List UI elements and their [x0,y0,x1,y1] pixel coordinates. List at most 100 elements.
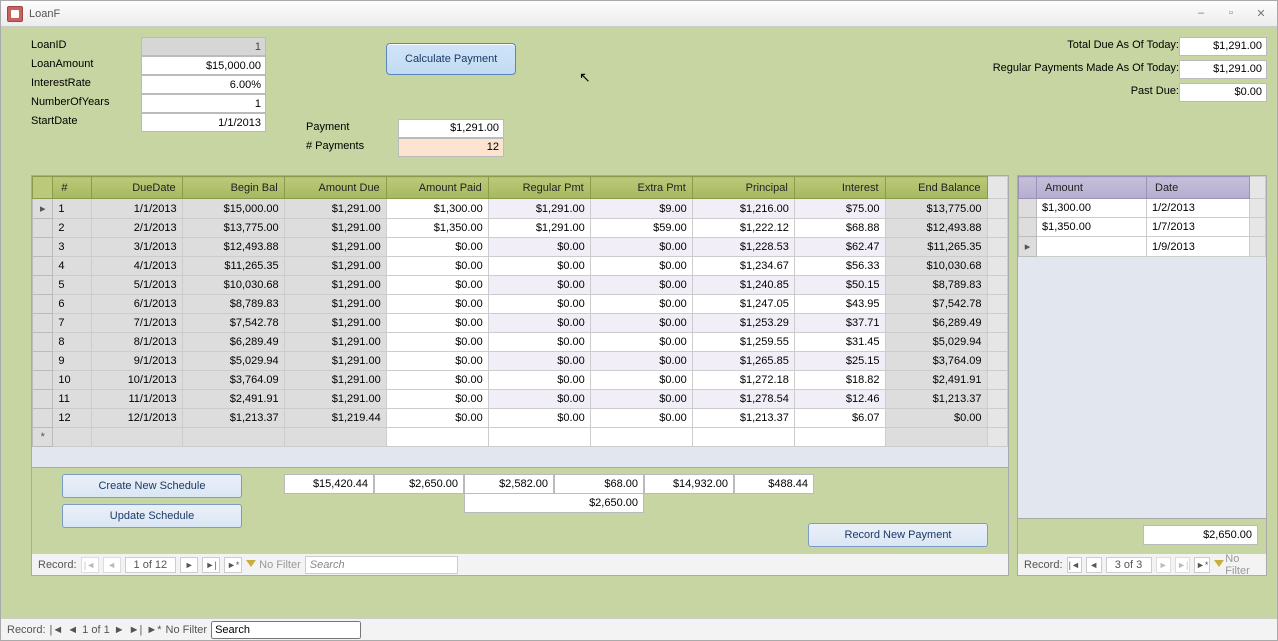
col-num[interactable]: # [53,177,92,199]
table-row[interactable]: $1,350.001/7/2013 [1019,218,1266,237]
table-row[interactable]: 2 2/1/2013$13,775.00$1,291.00 $1,350.00$… [33,219,1008,238]
nav-next-button[interactable]: ► [180,557,198,573]
recnav-label: Record: [1024,559,1063,571]
table-row[interactable]: 9 9/1/2013$5,029.94$1,291.00 $0.00$0.00$… [33,352,1008,371]
nav-position[interactable]: 1 of 1 [82,624,110,636]
col-date[interactable]: Date [1147,177,1250,199]
col-amountpaid[interactable]: Amount Paid [386,177,488,199]
outer-record-nav: Record: |◄ ◄ 1 of 1 ► ►| ►* No Filter [1,618,1277,640]
col-endbalance[interactable]: End Balance [885,177,987,199]
table-row[interactable]: 4 4/1/2013$11,265.35$1,291.00 $0.00$0.00… [33,257,1008,276]
calculate-payment-button[interactable]: Calculate Payment [386,43,516,75]
form-body: LoanID LoanAmount InterestRate NumberOfY… [1,27,1277,618]
table-row[interactable]: 6 6/1/2013$8,789.83$1,291.00 $0.00$0.00$… [33,295,1008,314]
minimize-button[interactable]: – [1191,7,1211,20]
schedule-header-row: # DueDate Begin Bal Amount Due Amount Pa… [33,177,1008,199]
input-loan-amount[interactable] [141,56,266,75]
col-extrapmt[interactable]: Extra Pmt [590,177,692,199]
label-payments-made: Regular Payments Made As Of Today: [993,60,1179,79]
nav-position[interactable]: 3 of 3 [1106,557,1152,573]
col-beginbal[interactable]: Begin Bal [182,177,284,199]
total-interest: $488.44 [734,474,814,494]
recnav-label: Record: [7,624,46,636]
payments-table[interactable]: Amount Date $1,300.001/2/2013$1,350.001/… [1018,176,1266,257]
nav-last-button[interactable]: ►| [129,624,143,636]
access-form-icon [7,6,23,22]
table-row[interactable]: 11 11/1/2013$2,491.91$1,291.00 $0.00$0.0… [33,390,1008,409]
record-new-payment-button[interactable]: Record New Payment [808,523,988,547]
input-start-date[interactable] [141,113,266,132]
value-past-due: $0.00 [1179,83,1267,102]
value-payments-made: $1,291.00 [1179,60,1267,79]
nav-search-input[interactable] [211,621,361,639]
titlebar: LoanF – ▫ ✕ [1,1,1277,27]
nav-filter-indicator[interactable]: No Filter [1214,553,1260,577]
recnav-label: Record: [38,559,77,571]
restore-button[interactable]: ▫ [1221,7,1241,20]
nav-filter-indicator[interactable]: No Filter [246,559,301,571]
col-regularpmt[interactable]: Regular Pmt [488,177,590,199]
total-regular-pmt: $2,582.00 [464,474,554,494]
table-row[interactable]: 10 10/1/2013$3,764.09$1,291.00 $0.00$0.0… [33,371,1008,390]
summary-panel: Total Due As Of Today: $1,291.00 Regular… [556,37,1267,102]
value-num-payments: 12 [398,138,504,157]
nav-prev-button[interactable]: ◄ [67,624,78,636]
label-number-of-years: NumberOfYears [31,94,141,113]
value-payment: $1,291.00 [398,119,504,138]
col-amountdue[interactable]: Amount Due [284,177,386,199]
funnel-icon [1214,560,1222,570]
form-window: LoanF – ▫ ✕ ▸ LoanID LoanAmount Interest… [0,0,1278,641]
total-extra-pmt: $68.00 [554,474,644,494]
update-schedule-button[interactable]: Update Schedule [62,504,242,528]
table-row[interactable]: 3 3/1/2013$12,493.88$1,291.00 $0.00$0.00… [33,238,1008,257]
label-loan-id: LoanID [31,37,141,56]
nav-search-input[interactable] [305,556,458,574]
input-loan-id[interactable] [141,37,266,56]
col-principal[interactable]: Principal [692,177,794,199]
nav-last-button[interactable]: ►| [1175,557,1190,573]
nav-new-button[interactable]: ►* [1194,557,1209,573]
total-amount-paid: $2,650.00 [374,474,464,494]
window-title: LoanF [29,8,1191,20]
payments-header-row: Amount Date [1019,177,1266,199]
close-button[interactable]: ✕ [1251,7,1271,20]
nav-first-button[interactable]: |◄ [1067,557,1082,573]
table-row[interactable]: $1,300.001/2/2013 [1019,199,1266,218]
label-num-payments: # Payments [306,138,398,157]
label-start-date: StartDate [31,113,141,132]
nav-prev-button[interactable]: ◄ [1086,557,1101,573]
table-row[interactable]: 5 5/1/2013$10,030.68$1,291.00 $0.00$0.00… [33,276,1008,295]
new-record-row[interactable] [33,428,1008,447]
value-total-due: $1,291.00 [1179,37,1267,56]
create-new-schedule-button[interactable]: Create New Schedule [62,474,242,498]
col-duedate[interactable]: DueDate [91,177,182,199]
col-interest[interactable]: Interest [794,177,885,199]
nav-position[interactable]: 1 of 12 [125,557,177,573]
total-amount-due: $15,420.44 [284,474,374,494]
nav-new-button[interactable]: ►* [224,557,242,573]
nav-next-button[interactable]: ► [114,624,125,636]
label-total-due: Total Due As Of Today: [1067,37,1179,56]
table-row[interactable]: 7 7/1/2013$7,542.78$1,291.00 $0.00$0.00$… [33,314,1008,333]
schedule-record-nav: Record: |◄ ◄ 1 of 12 ► ►| ►* No Filter [32,553,1008,575]
nav-new-button[interactable]: ►* [146,624,161,636]
col-amount[interactable]: Amount [1037,177,1147,199]
nav-first-button[interactable]: |◄ [50,624,64,636]
input-number-of-years[interactable] [141,94,266,113]
table-row[interactable]: 12 12/1/2013$1,213.37$1,219.44 $0.00$0.0… [33,409,1008,428]
payments-total: $2,650.00 [1143,525,1258,545]
nav-last-button[interactable]: ►| [202,557,220,573]
schedule-table[interactable]: # DueDate Begin Bal Amount Due Amount Pa… [32,176,1008,447]
nav-first-button[interactable]: |◄ [81,557,99,573]
input-interest-rate[interactable] [141,75,266,94]
nav-prev-button[interactable]: ◄ [103,557,121,573]
nav-next-button[interactable]: ► [1156,557,1171,573]
total-amount-paid-2: $2,650.00 [464,493,644,513]
schedule-subform: # DueDate Begin Bal Amount Due Amount Pa… [31,175,1009,576]
nav-filter-indicator[interactable]: No Filter [166,624,208,636]
table-row[interactable]: 8 8/1/2013$6,289.49$1,291.00 $0.00$0.00$… [33,333,1008,352]
total-principal: $14,932.00 [644,474,734,494]
table-row[interactable]: 1/9/2013 [1019,237,1266,257]
label-payment: Payment [306,119,398,138]
table-row[interactable]: 1 1/1/2013$15,000.00$1,291.00 $1,300.00$… [33,199,1008,219]
